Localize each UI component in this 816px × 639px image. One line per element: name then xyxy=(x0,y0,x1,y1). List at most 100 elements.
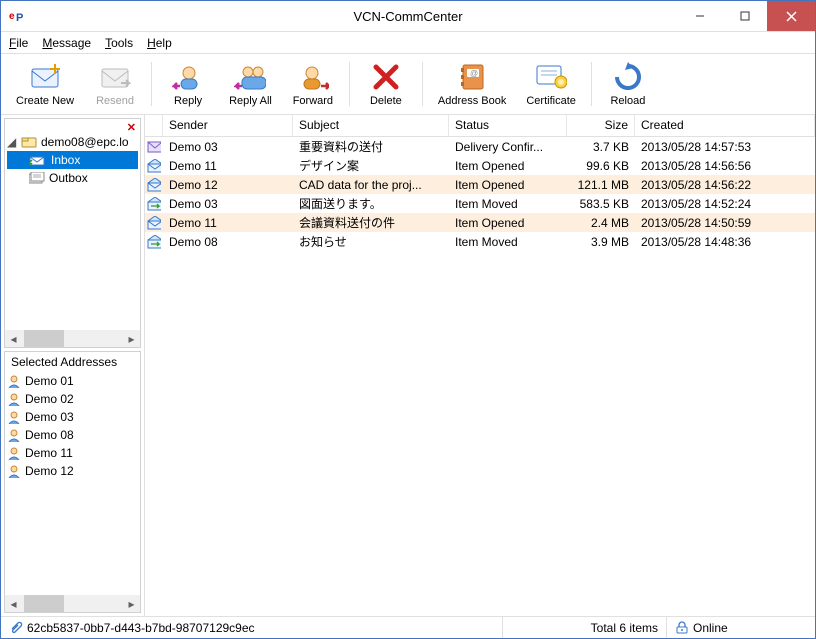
message-row[interactable]: Demo 03 図面送ります。 Item Moved 583.5 KB 2013… xyxy=(145,194,815,213)
toolbar-reply[interactable]: Reply xyxy=(158,58,218,110)
message-row[interactable]: Demo 11 デザイン案 Item Opened 99.6 KB 2013/0… xyxy=(145,156,815,175)
forward-icon xyxy=(297,61,329,93)
left-pane: ✕ ◢ demo08@epc.lo InboxOutbox ◂▸ Selecte… xyxy=(1,115,145,616)
message-row[interactable]: Demo 03 重要資料の送付 Delivery Confir... 3.7 K… xyxy=(145,137,815,156)
menu-file[interactable]: File xyxy=(9,36,28,50)
toolbar-resend: Resend xyxy=(85,58,145,110)
delete-icon xyxy=(370,61,402,93)
message-row[interactable]: Demo 12 CAD data for the proj... Item Op… xyxy=(145,175,815,194)
toolbar-address-book[interactable]: @Address Book xyxy=(429,58,515,110)
address-item[interactable]: Demo 01 xyxy=(7,372,138,390)
status-online: Online xyxy=(667,617,815,638)
address-item[interactable]: Demo 08 xyxy=(7,426,138,444)
address-item[interactable]: Demo 02 xyxy=(7,390,138,408)
menu-help[interactable]: Help xyxy=(147,36,172,50)
person-icon xyxy=(7,410,21,424)
tree-account[interactable]: ◢ demo08@epc.lo xyxy=(7,133,138,151)
cell-status: Item Opened xyxy=(449,159,567,173)
person-icon xyxy=(7,374,21,388)
message-row[interactable]: Demo 11 会議資料送付の件 Item Opened 2.4 MB 2013… xyxy=(145,213,815,232)
inbox-icon xyxy=(29,153,45,167)
col-size[interactable]: Size xyxy=(567,115,635,136)
col-subject[interactable]: Subject xyxy=(293,115,449,136)
toolbar-certificate[interactable]: Certificate xyxy=(517,58,585,110)
cell-status: Item Moved xyxy=(449,197,567,211)
cell-created: 2013/05/28 14:56:22 xyxy=(635,178,815,192)
toolbar: Create NewResendReplyReply AllForwardDel… xyxy=(1,53,815,115)
cell-subject: デザイン案 xyxy=(293,157,449,174)
status-total: Total 6 items xyxy=(503,617,667,638)
cell-subject: CAD data for the proj... xyxy=(293,178,449,192)
account-icon xyxy=(21,135,37,149)
cell-created: 2013/05/28 14:48:36 xyxy=(635,235,815,249)
cell-size: 3.9 MB xyxy=(567,235,635,249)
cell-status: Item Opened xyxy=(449,216,567,230)
selected-addresses-pane: Selected Addresses Demo 01 Demo 02 Demo … xyxy=(4,351,141,613)
attachment-icon xyxy=(9,621,23,635)
envelope-new-icon xyxy=(29,61,61,93)
cell-sender: Demo 11 xyxy=(163,159,293,173)
message-list-pane: Sender Subject Status Size Created Demo … xyxy=(145,115,815,616)
expander-icon[interactable]: ◢ xyxy=(7,135,17,149)
cell-status: Delivery Confir... xyxy=(449,140,567,154)
envelope-resend-icon xyxy=(99,61,131,93)
cell-status: Item Moved xyxy=(449,235,567,249)
col-created[interactable]: Created xyxy=(635,115,815,136)
cell-subject: 図面送ります。 xyxy=(293,195,449,212)
account-label: demo08@epc.lo xyxy=(41,135,129,149)
grid-body: Demo 03 重要資料の送付 Delivery Confir... 3.7 K… xyxy=(145,137,815,616)
person-icon xyxy=(7,464,21,478)
menu-message[interactable]: Message xyxy=(42,36,91,50)
reply-all-icon xyxy=(234,61,266,93)
mail-moved-icon xyxy=(145,235,163,249)
svg-text:@: @ xyxy=(470,69,478,78)
col-status[interactable]: Status xyxy=(449,115,567,136)
cell-created: 2013/05/28 14:52:24 xyxy=(635,197,815,211)
toolbar-delete[interactable]: Delete xyxy=(356,58,416,110)
statusbar: 62cb5837-0bb7-d443-b7bd-98707129c9ec Tot… xyxy=(1,616,815,638)
menu-tools[interactable]: Tools xyxy=(105,36,133,50)
folder-tree: ✕ ◢ demo08@epc.lo InboxOutbox ◂▸ xyxy=(4,118,141,348)
maximize-button[interactable] xyxy=(722,1,767,31)
cell-subject: お知らせ xyxy=(293,233,449,250)
addr-hscroll[interactable]: ◂▸ xyxy=(5,595,140,612)
close-button[interactable] xyxy=(767,1,815,31)
status-guid: 62cb5837-0bb7-d443-b7bd-98707129c9ec xyxy=(1,617,503,638)
cell-status: Item Opened xyxy=(449,178,567,192)
minimize-button[interactable] xyxy=(677,1,722,31)
outbox-icon xyxy=(29,171,45,185)
online-icon xyxy=(675,621,689,635)
cell-sender: Demo 03 xyxy=(163,140,293,154)
toolbar-forward[interactable]: Forward xyxy=(283,58,343,110)
person-icon xyxy=(7,392,21,406)
mail-closed-icon xyxy=(145,141,163,153)
cell-size: 2.4 MB xyxy=(567,216,635,230)
message-row[interactable]: Demo 08 お知らせ Item Moved 3.9 MB 2013/05/2… xyxy=(145,232,815,251)
cell-sender: Demo 11 xyxy=(163,216,293,230)
address-item[interactable]: Demo 11 xyxy=(7,444,138,462)
toolbar-reply-all[interactable]: Reply All xyxy=(220,58,281,110)
tree-hscroll[interactable]: ◂▸ xyxy=(5,330,140,347)
address-item[interactable]: Demo 12 xyxy=(7,462,138,480)
pane-close-icon[interactable]: ✕ xyxy=(127,121,136,134)
person-icon xyxy=(7,446,21,460)
col-sender[interactable]: Sender xyxy=(163,115,293,136)
toolbar-reload[interactable]: Reload xyxy=(598,58,658,110)
address-book-icon: @ xyxy=(456,61,488,93)
folder-inbox[interactable]: Inbox xyxy=(7,151,138,169)
folder-outbox[interactable]: Outbox xyxy=(7,169,138,187)
cell-size: 121.1 MB xyxy=(567,178,635,192)
reply-icon xyxy=(172,61,204,93)
cell-sender: Demo 08 xyxy=(163,235,293,249)
col-icon[interactable] xyxy=(145,115,163,136)
cell-sender: Demo 12 xyxy=(163,178,293,192)
cell-subject: 重要資料の送付 xyxy=(293,138,449,155)
selected-addresses-title: Selected Addresses xyxy=(5,352,140,372)
person-icon xyxy=(7,428,21,442)
toolbar-create-new[interactable]: Create New xyxy=(7,58,83,110)
mail-open-icon xyxy=(145,216,163,230)
address-item[interactable]: Demo 03 xyxy=(7,408,138,426)
mail-open-icon xyxy=(145,159,163,173)
reload-icon xyxy=(612,61,644,93)
grid-header: Sender Subject Status Size Created xyxy=(145,115,815,137)
